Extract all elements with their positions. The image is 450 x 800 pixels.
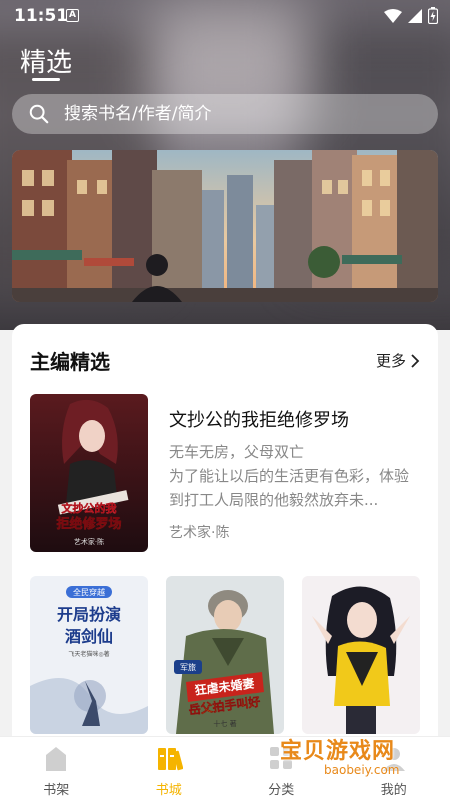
search-input[interactable] bbox=[64, 104, 404, 124]
book2-cover-top: 军旅 bbox=[180, 662, 196, 672]
featured-book-description: 无车无房，父母双亡 为了能让以后的生活更有色彩，体验到打工人局限的他毅然放弃未.… bbox=[169, 440, 419, 512]
featured-book-title: 文抄公的我拒绝修罗场 bbox=[169, 410, 349, 431]
bookstore-icon bbox=[157, 748, 183, 771]
featured-cover-text: 文抄公的我 bbox=[62, 501, 117, 515]
status-time: 11:51 bbox=[14, 6, 69, 26]
svg-text:开局扮演: 开局扮演 bbox=[57, 605, 121, 624]
featured-desc-line2: 为了能让以后的生活更有色彩，体验到打工人局限的他毅然放弃未... bbox=[169, 467, 410, 509]
banner-image[interactable] bbox=[12, 150, 438, 302]
nav-label-bookstore: 书城 bbox=[155, 783, 182, 798]
watermark-url: baobeiy.com bbox=[324, 763, 400, 777]
featured-desc-line1: 无车无房，父母双亡 bbox=[169, 443, 305, 461]
status-icons bbox=[384, 7, 438, 24]
search-bar[interactable] bbox=[12, 94, 438, 134]
book-cover-2[interactable]: 狂虐未婚妻 岳父拍手叫好 军旅 十七 著 bbox=[166, 576, 284, 734]
svg-text:飞天老猫咪◎著: 飞天老猫咪◎著 bbox=[68, 650, 109, 658]
featured-book[interactable]: 文抄公的我 拒绝修罗场 艺术家·陈 文抄公的我拒绝修罗场 无车无房，父母双亡 为… bbox=[30, 394, 420, 552]
search-icon bbox=[29, 104, 49, 124]
status-bar: 11:51 A bbox=[0, 0, 450, 32]
nav-bookstore[interactable]: 书城 bbox=[113, 737, 226, 800]
page-title: 精选 bbox=[20, 48, 73, 78]
more-link[interactable]: 更多 bbox=[376, 350, 420, 371]
nav-bookshelf[interactable]: 书架 bbox=[0, 737, 113, 800]
svg-text:酒剑仙: 酒剑仙 bbox=[65, 627, 113, 646]
city-street-illustration bbox=[12, 150, 438, 302]
section-title: 主编精选 bbox=[30, 350, 110, 374]
notification-icon: A bbox=[66, 9, 79, 22]
svg-text:十七 著: 十七 著 bbox=[213, 719, 236, 728]
nav-label-profile: 我的 bbox=[380, 783, 407, 798]
wifi-icon bbox=[384, 8, 402, 23]
watermark: 宝贝游戏网 baobeiy.com bbox=[272, 733, 432, 779]
svg-text:艺术家·陈: 艺术家·陈 bbox=[74, 537, 104, 546]
book-cover-1[interactable]: 全民穿越 开局扮演 酒剑仙 飞天老猫咪◎著 bbox=[30, 576, 148, 734]
book-cover-3[interactable] bbox=[302, 576, 420, 734]
bookshelf-icon bbox=[46, 747, 67, 771]
title-underline bbox=[32, 78, 60, 81]
nav-label-category: 分类 bbox=[268, 783, 295, 798]
signal-icon bbox=[408, 8, 422, 23]
svg-text:拒绝修罗场: 拒绝修罗场 bbox=[56, 516, 121, 532]
chevron-right-icon bbox=[411, 353, 420, 368]
watermark-text: 宝贝游戏网 bbox=[280, 739, 396, 764]
book-row: 全民穿越 开局扮演 酒剑仙 飞天老猫咪◎著 狂虐未婚妻 岳父拍手叫好 军旅 十七… bbox=[30, 576, 420, 736]
nav-label-bookshelf: 书架 bbox=[43, 783, 70, 798]
book1-cover-top: 全民穿越 bbox=[73, 587, 105, 597]
featured-book-author: 艺术家·陈 bbox=[169, 525, 230, 541]
more-label: 更多 bbox=[375, 352, 406, 370]
editor-pick-card: 主编精选 更多 文抄公的我 拒绝修罗场 艺术家·陈 文抄公的我拒绝修罗场 无车无… bbox=[12, 324, 438, 754]
battery-icon bbox=[428, 7, 438, 24]
featured-book-cover[interactable]: 文抄公的我 拒绝修罗场 艺术家·陈 bbox=[30, 394, 148, 552]
